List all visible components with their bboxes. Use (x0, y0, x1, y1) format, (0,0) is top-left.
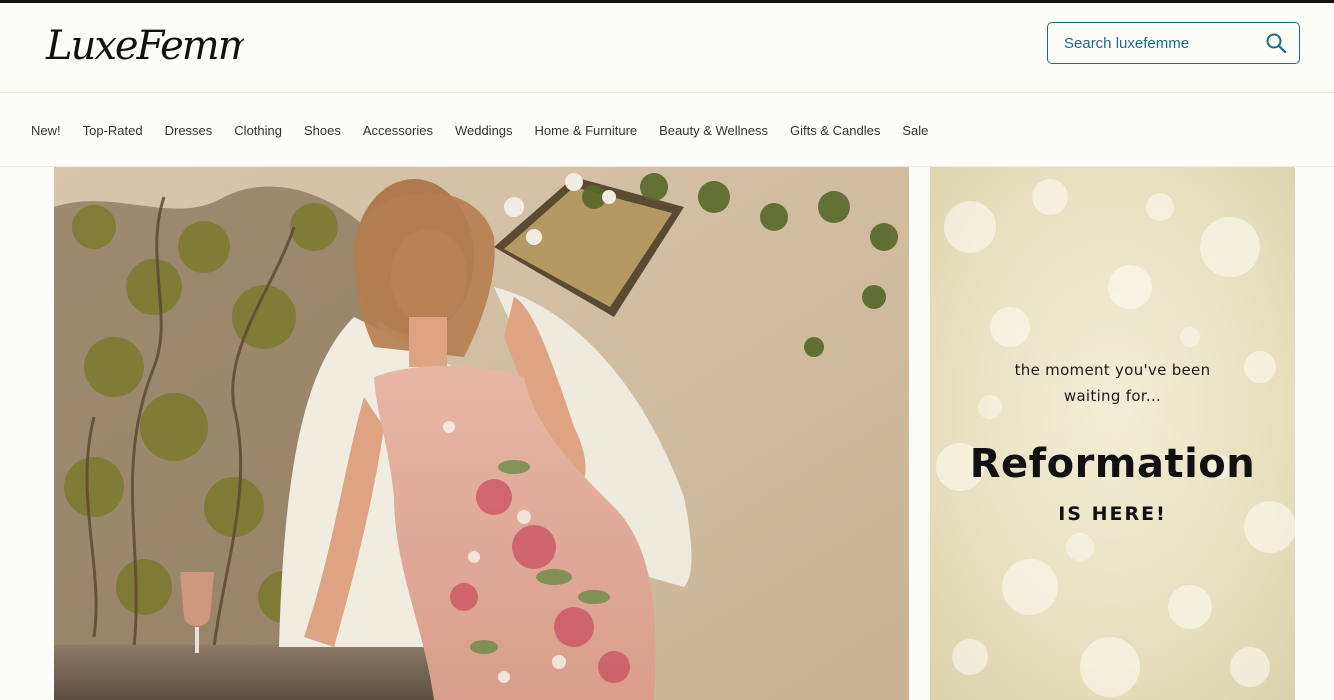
nav-item-clothing[interactable]: Clothing (234, 123, 282, 138)
search-input[interactable] (1064, 34, 1265, 52)
nav-item-new[interactable]: New! (31, 123, 61, 138)
site-header: LuxeFemme (0, 3, 1334, 93)
nav-item-accessories[interactable]: Accessories (363, 123, 433, 138)
main-nav: New! Top-Rated Dresses Clothing Shoes Ac… (0, 94, 1334, 167)
luxefemme-logo[interactable]: LuxeFemme (44, 15, 278, 73)
promo-text: the moment you've been waiting for... Re… (930, 167, 1295, 700)
nav-item-sale[interactable]: Sale (902, 123, 928, 138)
promo-tagline: IS HERE! (1058, 503, 1167, 525)
nav-item-shoes[interactable]: Shoes (304, 123, 341, 138)
nav-item-weddings[interactable]: Weddings (455, 123, 513, 138)
nav-item-gifts-candles[interactable]: Gifts & Candles (790, 123, 880, 138)
nav-item-top-rated[interactable]: Top-Rated (83, 123, 143, 138)
hero-image[interactable] (54, 167, 909, 700)
promo-teaser: the moment you've been waiting for... (1014, 361, 1211, 405)
promo-brand-name: Reformation (969, 441, 1256, 487)
svg-text:LuxeFemme: LuxeFemme (45, 23, 244, 69)
nav-item-dresses[interactable]: Dresses (165, 123, 213, 138)
nav-item-home-furniture[interactable]: Home & Furniture (535, 123, 638, 138)
nav-item-beauty-wellness[interactable]: Beauty & Wellness (659, 123, 768, 138)
search-box (1047, 22, 1300, 64)
search-icon[interactable] (1265, 32, 1287, 54)
reformation-promo-banner[interactable]: the moment you've been waiting for... Re… (930, 167, 1295, 700)
